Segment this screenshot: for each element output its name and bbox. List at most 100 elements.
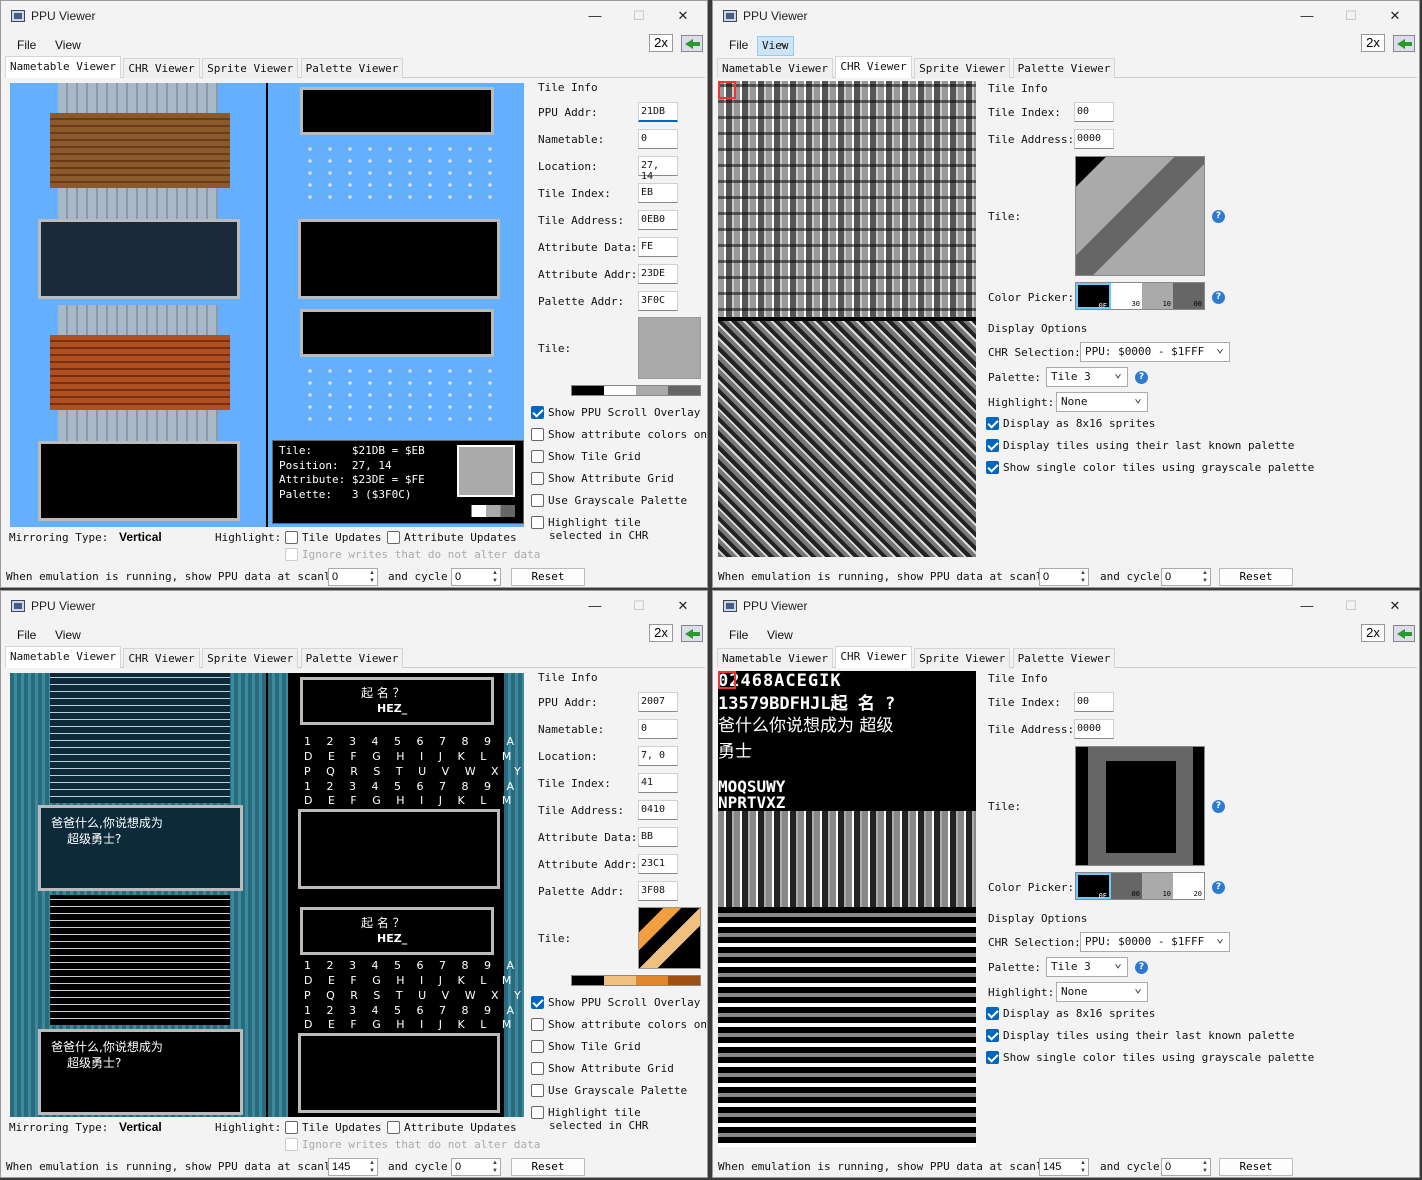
color-swatch[interactable]: 30 (1111, 283, 1142, 309)
nametable-field[interactable]: 0 (638, 719, 678, 739)
show-scroll-overlay-checkbox[interactable]: Show PPU Scroll Overlay (531, 996, 700, 1009)
nametable-view[interactable]: Tile: $21DB = $EB Position: 27, 14 Attri… (10, 83, 524, 527)
palette-addr-field[interactable]: 3F08 (638, 881, 678, 901)
color-swatch[interactable]: 00 (1173, 283, 1204, 309)
zoom-button[interactable]: 2x (649, 624, 673, 642)
help-icon[interactable]: ? (1212, 210, 1225, 223)
tab-palette-viewer[interactable]: Palette Viewer (300, 58, 404, 78)
color-swatch[interactable]: 0F (1076, 873, 1111, 900)
ignore-writes-checkbox[interactable]: Ignore writes that do not alter data (285, 1138, 540, 1151)
maximize-button[interactable]: ☐ (617, 5, 661, 27)
color-swatch[interactable]: 10 (1142, 873, 1173, 899)
scanline-input[interactable]: 0 ▲ ▼ (1039, 568, 1089, 586)
highlight-tile-checkbox[interactable]: Highlight tile (531, 1106, 641, 1119)
close-button[interactable]: ✕ (661, 595, 705, 617)
nametable-view[interactable]: 爸爸什么,你说想成为 超级勇士? 起 名 ？ HEZ_ 1 2 3 4 5 6 … (10, 673, 524, 1117)
ppu-addr-field[interactable]: 21DB (638, 102, 678, 122)
attribute-addr-field[interactable]: 23DE (638, 264, 678, 284)
tab-sprite-viewer[interactable]: Sprite Viewer (202, 58, 299, 78)
show-attr-grid-checkbox[interactable]: Show Attribute Grid (531, 472, 674, 485)
tile-index-field[interactable]: 00 (1074, 102, 1114, 122)
grayscale-palette-checkbox[interactable]: Use Grayscale Palette (531, 494, 687, 507)
zoom-button[interactable]: 2x (1361, 34, 1385, 52)
highlight-dropdown[interactable]: None (1056, 981, 1148, 1002)
maximize-button[interactable]: ☐ (617, 595, 661, 617)
tile-address-field[interactable]: 0000 (1074, 129, 1114, 149)
ignore-writes-checkbox[interactable]: Ignore writes that do not alter data (285, 548, 540, 561)
chr-tile-view[interactable] (718, 81, 976, 557)
color-picker[interactable]: 0F 00 10 20 (1075, 872, 1205, 900)
zoom-button[interactable]: 2x (1361, 624, 1385, 642)
reset-button[interactable]: Reset (511, 1158, 585, 1176)
tab-chr-viewer[interactable]: CHR Viewer (835, 56, 912, 78)
help-icon[interactable]: ? (1135, 371, 1148, 384)
highlight-dropdown[interactable]: None (1056, 391, 1148, 412)
attribute-updates-checkbox[interactable]: Attribute Updates (387, 531, 517, 544)
grayscale-single-color-checkbox[interactable]: Show single color tiles using grayscale … (986, 461, 1314, 474)
chr-selection-dropdown[interactable]: PPU: $0000 - $1FFF (1080, 931, 1230, 952)
back-arrow-icon[interactable] (681, 35, 703, 52)
help-icon[interactable]: ? (1135, 961, 1148, 974)
menu-view[interactable]: View (49, 626, 87, 646)
cycle-input[interactable]: 0 ▲ ▼ (1161, 568, 1211, 586)
grayscale-palette-checkbox[interactable]: Use Grayscale Palette (531, 1084, 687, 1097)
menu-view[interactable]: View (761, 626, 799, 646)
tile-index-field[interactable]: 41 (638, 773, 678, 793)
menu-file[interactable]: File (723, 626, 754, 646)
scanline-input[interactable]: 145 ▲ ▼ (328, 1158, 378, 1176)
minimize-button[interactable]: — (1285, 5, 1329, 27)
scanline-input[interactable]: 0 ▲ ▼ (328, 568, 378, 586)
attribute-data-field[interactable]: BB (638, 827, 678, 847)
tab-nametable-viewer[interactable]: Nametable Viewer (717, 58, 833, 78)
palette-dropdown[interactable]: Tile 3 (1046, 366, 1128, 387)
reset-button[interactable]: Reset (1219, 568, 1293, 586)
minimize-button[interactable]: — (1285, 595, 1329, 617)
help-icon[interactable]: ? (1212, 881, 1225, 894)
attribute-data-field[interactable]: FE (638, 237, 678, 257)
tile-address-field[interactable]: 0000 (1074, 719, 1114, 739)
tab-nametable-viewer[interactable]: Nametable Viewer (5, 646, 121, 668)
tile-index-field[interactable]: EB (638, 183, 678, 203)
tile-updates-checkbox[interactable]: Tile Updates (285, 531, 381, 544)
maximize-button[interactable]: ☐ (1329, 5, 1373, 27)
menu-file[interactable]: File (11, 36, 42, 56)
back-arrow-icon[interactable] (1393, 35, 1415, 52)
show-scroll-overlay-checkbox[interactable]: Show PPU Scroll Overlay (531, 406, 700, 419)
tile-updates-checkbox[interactable]: Tile Updates (285, 1121, 381, 1134)
color-swatch[interactable]: 00 (1111, 873, 1142, 899)
tab-palette-viewer[interactable]: Palette Viewer (1012, 648, 1116, 668)
tab-sprite-viewer[interactable]: Sprite Viewer (914, 648, 1011, 668)
attribute-updates-checkbox[interactable]: Attribute Updates (387, 1121, 517, 1134)
attr-colors-only-checkbox[interactable]: Show attribute colors only (531, 1018, 707, 1031)
show-attr-grid-checkbox[interactable]: Show Attribute Grid (531, 1062, 674, 1075)
attr-colors-only-checkbox[interactable]: Show attribute colors only (531, 428, 707, 441)
tab-palette-viewer[interactable]: Palette Viewer (300, 648, 404, 668)
color-swatch[interactable]: 10 (1142, 283, 1173, 309)
tab-chr-viewer[interactable]: CHR Viewer (123, 648, 200, 668)
location-field[interactable]: 7, 0 (638, 746, 678, 766)
zoom-button[interactable]: 2x (649, 34, 673, 52)
menu-view[interactable]: View (757, 35, 794, 56)
location-field[interactable]: 27, 14 (638, 156, 678, 182)
close-button[interactable]: ✕ (1373, 595, 1417, 617)
color-picker[interactable]: 0F 30 10 00 (1075, 282, 1205, 310)
close-button[interactable]: ✕ (661, 5, 705, 27)
palette-dropdown[interactable]: Tile 3 (1046, 956, 1128, 977)
reset-button[interactable]: Reset (1219, 1158, 1293, 1176)
scanline-input[interactable]: 145 ▲ ▼ (1039, 1158, 1089, 1176)
help-icon[interactable]: ? (1212, 800, 1225, 813)
menu-view[interactable]: View (49, 36, 87, 56)
ppu-addr-field[interactable]: 2007 (638, 692, 678, 712)
show-tile-grid-checkbox[interactable]: Show Tile Grid (531, 450, 641, 463)
tile-index-field[interactable]: 00 (1074, 692, 1114, 712)
cycle-input[interactable]: 0 ▲ ▼ (1161, 1158, 1211, 1176)
tab-sprite-viewer[interactable]: Sprite Viewer (202, 648, 299, 668)
help-icon[interactable]: ? (1212, 291, 1225, 304)
attribute-addr-field[interactable]: 23C1 (638, 854, 678, 874)
color-swatch[interactable]: 0F (1076, 283, 1111, 310)
tab-nametable-viewer[interactable]: Nametable Viewer (5, 56, 121, 78)
cycle-input[interactable]: 0 ▲ ▼ (451, 568, 501, 586)
tab-chr-viewer[interactable]: CHR Viewer (123, 58, 200, 78)
last-known-palette-checkbox[interactable]: Display tiles using their last known pal… (986, 1029, 1294, 1042)
minimize-button[interactable]: — (573, 595, 617, 617)
